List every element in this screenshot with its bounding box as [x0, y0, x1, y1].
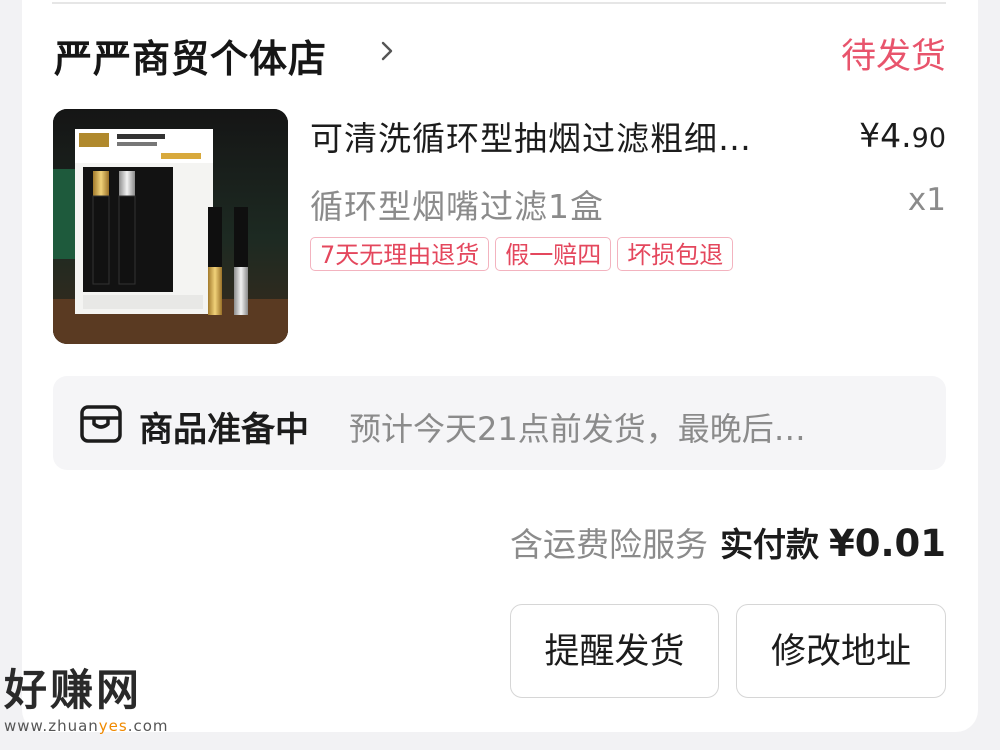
service-tags: 7天无理由退货 假一赔四 坏损包退: [310, 237, 734, 271]
paid-label: 实付款: [719, 525, 819, 564]
watermark-url-highlight: yes: [98, 717, 128, 735]
logistics-bar[interactable]: 商品准备中 预计今天21点前发货，最晚后…: [53, 376, 946, 470]
tag-fake-compensation: 假一赔四: [495, 237, 612, 271]
watermark: 好赚网 www.zhuanyes.com: [4, 667, 169, 735]
price-cents: 90: [911, 123, 946, 154]
insurance-note: 含运费险服务: [509, 525, 708, 564]
top-divider: [52, 2, 946, 4]
paid-amount: ¥0.01: [828, 522, 946, 565]
tag-damage-refund: 坏损包退: [617, 237, 734, 271]
watermark-url-prefix: www.zhuan: [4, 717, 99, 735]
product-quantity: x1: [907, 182, 946, 218]
tag-return-7days: 7天无理由退货: [310, 237, 490, 271]
change-address-button[interactable]: 修改地址: [736, 604, 946, 698]
shop-name[interactable]: 严严商贸个体店: [54, 28, 327, 83]
remind-shipping-button[interactable]: 提醒发货: [510, 604, 719, 698]
watermark-logo: 好赚网: [4, 666, 142, 716]
package-icon: [80, 405, 122, 443]
chevron-right-icon[interactable]: [376, 40, 398, 62]
price-main: ¥4.: [859, 116, 912, 155]
product-thumbnail[interactable]: [53, 109, 288, 344]
logistics-eta: 预计今天21点前发货，最晚后…: [349, 410, 806, 448]
product-price: ¥4.90: [859, 116, 946, 155]
product-spec: 循环型烟嘴过滤1盒: [310, 187, 604, 226]
order-status: 待发货: [840, 37, 946, 77]
watermark-url: www.zhuanyes.com: [4, 717, 169, 735]
product-image: [53, 109, 288, 344]
shop-header[interactable]: 严严商贸个体店 待发货: [54, 26, 946, 81]
payment-summary: 含运费险服务 实付款 ¥0.01: [510, 518, 946, 566]
logistics-status: 商品准备中: [139, 410, 309, 450]
product-title[interactable]: 可清洗循环型抽烟过滤粗细…: [310, 112, 752, 160]
watermark-url-suffix: .com: [127, 717, 169, 735]
